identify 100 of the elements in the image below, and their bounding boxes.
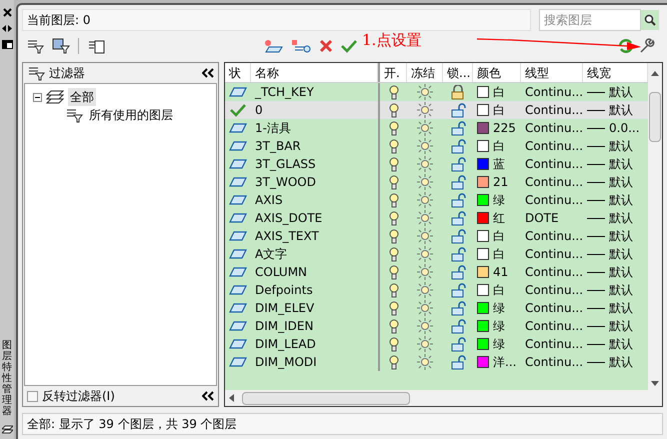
sun-icon[interactable] [417, 174, 433, 190]
color-swatch[interactable] [477, 158, 489, 170]
scroll-down-icon[interactable] [651, 381, 659, 386]
lightbulb-icon[interactable] [388, 120, 398, 136]
sun-icon[interactable] [417, 336, 433, 352]
color-swatch[interactable] [477, 140, 489, 152]
panel-icon[interactable] [2, 40, 12, 49]
lightbulb-icon[interactable] [388, 246, 398, 262]
scrollbar-thumb[interactable] [242, 392, 410, 404]
color-swatch[interactable] [477, 320, 489, 332]
column-header[interactable]: 锁... [443, 63, 473, 82]
sun-icon[interactable] [417, 138, 433, 154]
column-header[interactable]: 颜色 [473, 63, 521, 82]
color-swatch[interactable] [477, 248, 489, 260]
color-swatch[interactable] [477, 284, 489, 296]
lightbulb-icon[interactable] [388, 336, 398, 352]
sun-icon[interactable] [417, 210, 433, 226]
tree-item[interactable]: 全部 [68, 88, 96, 106]
lightbulb-icon[interactable] [388, 300, 398, 316]
padlock-open-icon[interactable] [450, 102, 466, 118]
color-swatch[interactable] [477, 302, 489, 314]
scroll-left-icon[interactable] [229, 394, 234, 402]
padlock-open-icon[interactable] [450, 192, 466, 208]
padlock-open-icon[interactable] [450, 246, 466, 262]
padlock-open-icon[interactable] [450, 318, 466, 334]
lightbulb-icon[interactable] [388, 228, 398, 244]
color-swatch[interactable] [477, 230, 489, 242]
sun-icon[interactable] [417, 84, 433, 100]
sun-icon[interactable] [417, 192, 433, 208]
tree-item[interactable]: 所有使用的图层 [87, 106, 175, 124]
sun-icon[interactable] [417, 318, 433, 334]
lineweight: 默认 [609, 264, 633, 281]
sun-icon[interactable] [417, 246, 433, 262]
color-swatch[interactable] [477, 86, 489, 98]
collapse-chevron-icon[interactable] [202, 391, 214, 401]
new-layer-icon[interactable] [263, 39, 283, 53]
lightbulb-icon[interactable] [388, 354, 398, 370]
close-icon[interactable] [2, 8, 12, 17]
padlock-open-icon[interactable] [450, 228, 466, 244]
scrollbar-thumb[interactable] [649, 92, 661, 142]
padlock-closed-icon[interactable] [450, 84, 466, 100]
lightbulb-icon[interactable] [388, 282, 398, 298]
sun-icon[interactable] [417, 282, 433, 298]
color-name: 白 [493, 246, 505, 263]
column-header[interactable]: 名称 [251, 63, 378, 82]
sun-icon[interactable] [417, 120, 433, 136]
lightbulb-icon[interactable] [388, 174, 398, 190]
sun-icon[interactable] [417, 354, 433, 370]
invert-filter-checkbox[interactable] [27, 390, 38, 402]
double-arrow-icon[interactable] [2, 25, 12, 32]
padlock-open-icon[interactable] [450, 354, 466, 370]
scroll-up-icon[interactable] [651, 71, 659, 76]
delete-icon[interactable] [319, 39, 333, 53]
wrench-icon[interactable] [639, 38, 655, 54]
lightbulb-icon[interactable] [388, 318, 398, 334]
color-swatch[interactable] [477, 194, 489, 206]
color-swatch[interactable] [477, 104, 489, 116]
lightbulb-icon[interactable] [388, 138, 398, 154]
padlock-open-icon[interactable] [450, 210, 466, 226]
search-field[interactable]: 搜索图层 [539, 9, 641, 31]
group-filter-icon[interactable] [52, 38, 70, 54]
lightbulb-icon[interactable] [388, 102, 398, 118]
lightbulb-icon[interactable] [388, 210, 398, 226]
refresh-icon[interactable] [617, 38, 635, 54]
horizontal-scrollbar[interactable] [225, 390, 662, 406]
padlock-open-icon[interactable] [450, 174, 466, 190]
sun-icon[interactable] [417, 300, 433, 316]
lineweight: 默认 [609, 192, 633, 209]
column-header[interactable]: 线型 [521, 63, 583, 82]
color-swatch[interactable] [477, 212, 489, 224]
layer-row[interactable]: 0 白 Continu... 默认 [225, 101, 648, 119]
padlock-open-icon[interactable] [450, 264, 466, 280]
padlock-open-icon[interactable] [450, 138, 466, 154]
padlock-open-icon[interactable] [450, 336, 466, 352]
collapse-chevron-icon[interactable] [202, 68, 214, 78]
color-swatch[interactable] [477, 176, 489, 188]
sun-icon[interactable] [417, 102, 433, 118]
sun-icon[interactable] [417, 228, 433, 244]
collapse-icon[interactable] [33, 92, 42, 102]
color-swatch[interactable] [477, 122, 489, 134]
padlock-open-icon[interactable] [450, 300, 466, 316]
lightbulb-icon[interactable] [388, 192, 398, 208]
lightbulb-icon[interactable] [388, 264, 398, 280]
padlock-open-icon[interactable] [450, 156, 466, 172]
column-header[interactable]: 冻结 [407, 63, 443, 82]
lightbulb-icon[interactable] [388, 84, 398, 100]
color-swatch[interactable] [477, 338, 489, 350]
layer-name: 0 [255, 102, 263, 119]
padlock-open-icon[interactable] [450, 120, 466, 136]
linetype: Continu... [525, 228, 584, 245]
search-icon[interactable] [641, 10, 659, 30]
column-header[interactable]: 状 [225, 63, 251, 82]
color-swatch[interactable] [477, 356, 489, 368]
color-swatch[interactable] [477, 266, 489, 278]
sun-icon[interactable] [417, 156, 433, 172]
padlock-open-icon[interactable] [450, 282, 466, 298]
color-name: 21 [493, 174, 508, 191]
vertical-scrollbar[interactable] [648, 63, 662, 390]
lightbulb-icon[interactable] [388, 156, 398, 172]
sun-icon[interactable] [417, 264, 433, 280]
